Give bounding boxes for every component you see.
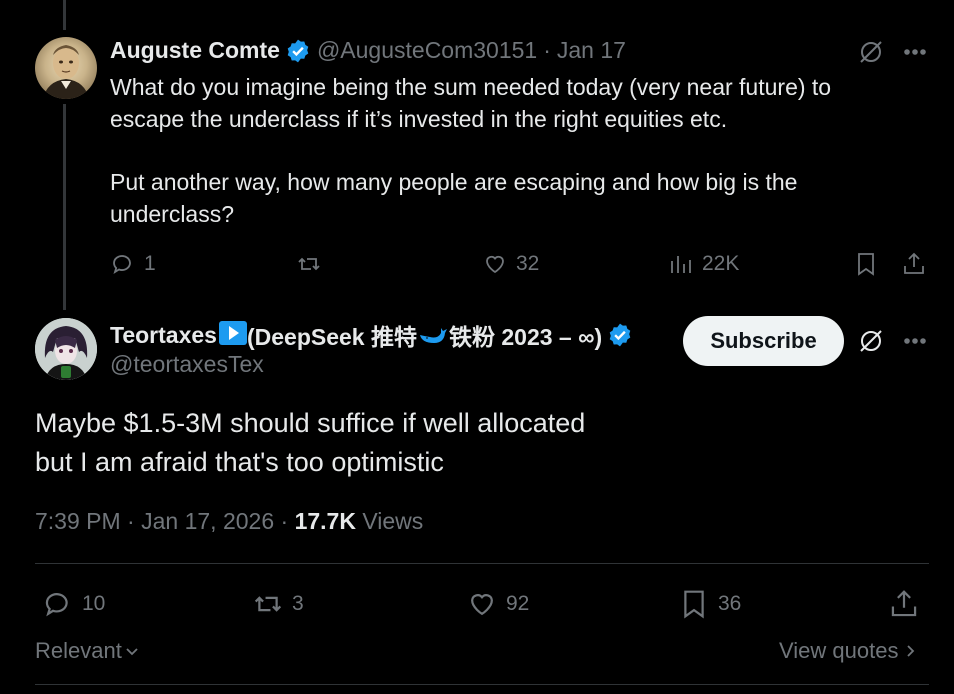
more-options-icon[interactable]	[900, 326, 930, 356]
tweet1-header: Auguste Comte @AugusteCom30151 · Jan 17	[110, 37, 626, 64]
tweet1-text-line3: Put another way, how many people are esc…	[110, 169, 798, 195]
reply-icon	[45, 593, 68, 617]
chevron-right-icon	[907, 645, 915, 657]
tweet1-repost-button[interactable]	[296, 251, 330, 277]
bookmark-icon	[858, 253, 874, 276]
sort-replies-dropdown[interactable]: Relevant	[35, 638, 140, 664]
tweet2-repost-count: 3	[292, 592, 304, 615]
heart-icon	[471, 594, 493, 616]
tweet2-views-count: 17.7K	[294, 508, 356, 534]
subscribe-button[interactable]: Subscribe	[683, 316, 844, 366]
tweet2-reply-button[interactable]: 10	[42, 588, 105, 620]
tweet1-like-button[interactable]: 32	[482, 251, 539, 277]
tweet1-share-button[interactable]	[901, 251, 927, 277]
tweet2-name-row[interactable]: Teortaxes (DeepSeek 推特 铁粉 2023 – ∞)	[110, 318, 639, 352]
tweet1-text-line4: underclass?	[110, 201, 235, 227]
tweet1-views-count: 22K	[702, 252, 740, 275]
tweet1-text-line2: escape the underclass if it’s invested i…	[110, 106, 728, 132]
tweet2-text: Maybe $1.5-3M should suffice if well all…	[35, 404, 585, 482]
tweet2-meta: 7:39 PM · Jan 17, 2026 · 17.7K Views	[35, 508, 423, 535]
tweet2-text-line2: but I am afraid that's too optimistic	[35, 447, 444, 477]
tweet1-separator: ·	[543, 37, 551, 63]
tweet2-author-name-part3: 铁粉 2023 – ∞)	[448, 324, 603, 350]
tweet2-bookmark-button[interactable]: 36	[678, 588, 741, 620]
tweet2-meta-separator: ·	[120, 508, 142, 534]
tweet2-like-count: 92	[506, 592, 530, 615]
tweet2-repost-button[interactable]: 3	[252, 588, 304, 620]
view-quotes-link[interactable]: View quotes	[779, 638, 918, 664]
divider	[35, 563, 929, 564]
repost-icon	[254, 596, 282, 612]
tweet1-like-count: 32	[516, 252, 540, 275]
tweet2-time[interactable]: 7:39 PM	[35, 508, 121, 534]
tweet2-handle-row[interactable]: @teortaxesTex	[110, 351, 264, 378]
play-button-emoji-icon	[218, 321, 247, 345]
view-quotes-label: View quotes	[779, 638, 899, 663]
tweet1-handle[interactable]: @AugusteCom30151	[317, 37, 537, 64]
repost-icon	[298, 257, 320, 271]
tweet2-like-button[interactable]: 92	[466, 588, 529, 620]
views-icon	[671, 256, 691, 273]
tweet2-bookmark-count: 36	[718, 592, 742, 615]
tweet1-text-line1: What do you imagine being the sum needed…	[110, 74, 832, 100]
divider	[35, 684, 929, 685]
tweet2-author-name: Teortaxes	[110, 321, 217, 348]
chevron-down-icon	[126, 648, 138, 656]
thread-line	[63, 104, 66, 310]
tweet2-views-label: Views	[355, 508, 424, 534]
tweet1-bookmark-button[interactable]	[853, 251, 879, 277]
tweet2-text-line1: Maybe $1.5-3M should suffice if well all…	[35, 408, 586, 438]
tweet1-author-name[interactable]: Auguste Comte	[110, 37, 280, 64]
teortaxes-avatar[interactable]	[35, 318, 97, 380]
tweet1-reply-count: 1	[144, 252, 156, 275]
verified-badge-icon	[285, 38, 311, 64]
tweet1-views-button[interactable]: 22K	[668, 251, 739, 277]
tweet2-date[interactable]: Jan 17, 2026	[141, 508, 274, 534]
more-options-icon[interactable]	[900, 37, 930, 67]
share-icon	[904, 252, 924, 274]
auguste-comte-avatar[interactable]	[35, 37, 97, 99]
tweet2-reply-count: 10	[82, 592, 106, 615]
tweet1-date[interactable]: Jan 17	[557, 37, 626, 64]
verified-badge-icon	[607, 322, 633, 348]
share-icon	[891, 590, 917, 617]
grok-icon[interactable]	[856, 326, 886, 356]
bookmark-icon	[684, 590, 704, 619]
reply-icon	[113, 255, 131, 275]
tweet2-author-name-part2: (DeepSeek 推特	[246, 324, 417, 350]
tweet2-share-button[interactable]	[888, 588, 920, 620]
tweet2-meta-separator-2: ·	[274, 508, 295, 534]
tweet1-reply-button[interactable]: 1	[110, 251, 156, 277]
grok-icon[interactable]	[856, 37, 886, 67]
heart-icon	[486, 255, 504, 274]
thread-line-top	[63, 0, 66, 30]
whale-emoji-icon	[418, 323, 448, 347]
sort-label: Relevant	[35, 638, 122, 663]
tweet2-handle: @teortaxesTex	[110, 351, 264, 377]
